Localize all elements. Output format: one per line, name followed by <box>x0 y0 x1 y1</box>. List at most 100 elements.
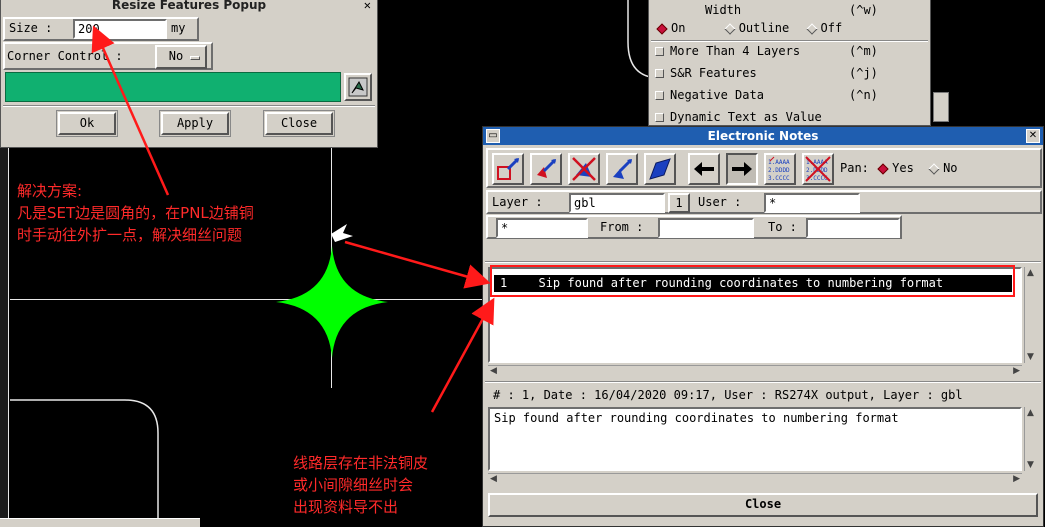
layer-filter-row: Layer : gbl 1 User : * <box>486 190 1042 214</box>
date-filter-row: * From : To : <box>486 215 902 239</box>
svg-text:3.CCCC: 3.CCCC <box>768 175 790 182</box>
scroll-up-icon[interactable]: ▲ <box>1027 408 1034 418</box>
menu-item-shortcut: (^j) <box>849 66 878 80</box>
note-text-hscroll[interactable]: ◀ ▶ <box>488 473 1022 485</box>
cause-line-2: 或小间隙细丝时会 <box>293 476 414 494</box>
notes-section-separator <box>485 261 1041 263</box>
notes-list[interactable]: 1 Sip found after rounding coordinates t… <box>488 267 1022 363</box>
resize-popup-close-icon[interactable]: ✕ <box>364 0 371 11</box>
resize-popup-titlebar[interactable]: Resize Features Popup ✕ <box>1 0 377 12</box>
side-panel-strip <box>933 92 949 122</box>
previous-note-button[interactable] <box>688 153 720 185</box>
text-filter-input[interactable]: * <box>496 218 588 238</box>
show-note-icon <box>649 158 671 180</box>
clear-list-icon: 1.AAAA2.DDDD3.CCCC <box>805 156 831 182</box>
pan-no-radio[interactable]: No <box>927 161 958 175</box>
size-unit-label: my <box>171 21 186 35</box>
ok-button[interactable]: Ok <box>58 112 116 135</box>
display-options-menu: Width (^w) On Outline Off More Than 4 La… <box>648 0 931 126</box>
solution-line-2: 凡是SET边是圆角的，在PNL边铺铜 <box>17 204 254 222</box>
menu-item-label: Dynamic Text as Value <box>670 110 822 124</box>
scroll-down-icon[interactable]: ▼ <box>1027 460 1034 470</box>
pan-yes-label: Yes <box>892 161 914 175</box>
canvas-vertical-scrollbar[interactable] <box>0 148 8 518</box>
scroll-down-icon[interactable]: ▼ <box>1027 352 1034 362</box>
width-radio-row: On Outline Off <box>655 21 925 35</box>
width-off-radio[interactable]: Off <box>805 21 842 35</box>
scroll-left-icon[interactable]: ◀ <box>490 474 497 484</box>
pan-no-label: No <box>943 161 958 175</box>
canvas-scrollbar-stub[interactable] <box>0 518 200 527</box>
user-input[interactable]: * <box>764 193 860 213</box>
apply-button[interactable]: Apply <box>161 112 229 135</box>
width-on-radio[interactable]: On <box>655 21 685 35</box>
size-input[interactable]: 200 <box>73 19 167 39</box>
resize-features-popup: Resize Features Popup ✕ Size : 200 my Co… <box>0 0 378 148</box>
solution-annotation: 解决方案: 凡是SET边是圆角的，在PNL边铺铜 时手动往外扩一点，解决细丝问题 <box>17 180 254 246</box>
pointer-marker-icon <box>331 224 353 242</box>
notes-window-menu-icon[interactable]: ▭ <box>486 129 500 143</box>
layer-input[interactable]: gbl <box>569 193 665 213</box>
pan-yes-radio[interactable]: Yes <box>876 161 914 175</box>
move-note-button[interactable] <box>606 153 638 185</box>
checkbox-icon <box>655 113 664 122</box>
to-input[interactable] <box>806 218 900 238</box>
menu-item-label: More Than 4 Layers <box>670 44 801 58</box>
board-edge-vertical-left <box>8 148 9 527</box>
rounded-corner-edge <box>10 399 159 527</box>
note-text-vscroll[interactable]: ▲ ▼ <box>1024 407 1038 471</box>
pick-icon-button[interactable] <box>344 73 372 101</box>
delete-note-button[interactable] <box>568 153 600 185</box>
layer-label: Layer : <box>492 195 543 209</box>
corner-control-label: Corner Control : <box>7 49 123 63</box>
menu-item-negative-data[interactable]: Negative Data (^n) <box>655 88 925 108</box>
menu-item-label: Negative Data <box>670 88 764 102</box>
notes-close-button[interactable]: Close <box>488 493 1038 517</box>
scroll-left-icon[interactable]: ◀ <box>490 366 497 376</box>
list-item-text: Sip found after rounding coordinates to … <box>538 276 944 290</box>
width-on-label: On <box>671 21 686 35</box>
status-bar-green <box>5 72 341 102</box>
menu-item-label: S&R Features <box>670 66 757 80</box>
width-outline-radio[interactable]: Outline <box>723 21 790 35</box>
notes-section-separator-2 <box>485 381 1041 383</box>
add-note-button[interactable] <box>492 153 524 185</box>
edit-note-button[interactable] <box>530 153 562 185</box>
notes-list-hscroll[interactable]: ◀ ▶ <box>488 365 1022 377</box>
menu-item-sr-features[interactable]: S&R Features (^j) <box>655 66 925 86</box>
width-label: Width <box>705 3 742 17</box>
svg-text:2.DDDD: 2.DDDD <box>768 167 790 174</box>
cause-line-3: 出现资料导不出 <box>293 498 399 516</box>
from-label: From : <box>600 220 644 234</box>
close-button[interactable]: Close <box>265 112 333 135</box>
previous-icon <box>694 162 714 176</box>
clear-list-button[interactable]: 1.AAAA2.DDDD3.CCCC <box>802 153 834 185</box>
notes-titlebar[interactable]: ▭ Electronic Notes ✕ <box>483 127 1043 145</box>
show-note-button[interactable] <box>644 153 676 185</box>
scroll-right-icon[interactable]: ▶ <box>1013 366 1020 376</box>
corner-control-select[interactable]: No <box>155 45 207 69</box>
menu-item-shortcut: (^n) <box>849 88 878 102</box>
from-input[interactable] <box>658 218 754 238</box>
notes-title: Electronic Notes <box>707 129 819 143</box>
note-text-area[interactable]: Sip found after rounding coordinates to … <box>488 407 1022 471</box>
next-note-button[interactable] <box>726 153 758 185</box>
scroll-right-icon[interactable]: ▶ <box>1013 474 1020 484</box>
list-item[interactable]: 1 Sip found after rounding coordinates t… <box>494 275 1012 292</box>
note-text: Sip found after rounding coordinates to … <box>494 411 899 425</box>
width-outline-label: Outline <box>738 21 790 35</box>
corner-control-value: No <box>168 49 184 63</box>
notes-list-vscroll[interactable]: ▲ ▼ <box>1024 267 1038 363</box>
list-notes-button[interactable]: 1.AAAA 2.DDDD 3.CCCC <box>764 153 796 185</box>
solution-line-3: 时手动往外扩一点，解决细丝问题 <box>17 226 243 244</box>
move-note-icon <box>613 158 633 179</box>
copper-sliver-shape[interactable] <box>276 246 388 358</box>
size-label: Size : <box>9 21 53 35</box>
list-notes-icon: 1.AAAA2.DDDD3.CCCC <box>768 156 790 182</box>
menu-item-shortcut: (^m) <box>849 44 878 58</box>
scroll-up-icon[interactable]: ▲ <box>1027 268 1034 278</box>
menu-item-more-than-4-layers[interactable]: More Than 4 Layers (^m) <box>655 44 925 64</box>
notes-close-icon[interactable]: ✕ <box>1026 129 1040 143</box>
width-shortcut: (^w) <box>849 3 878 17</box>
option-menu-indicator-icon <box>190 56 200 60</box>
